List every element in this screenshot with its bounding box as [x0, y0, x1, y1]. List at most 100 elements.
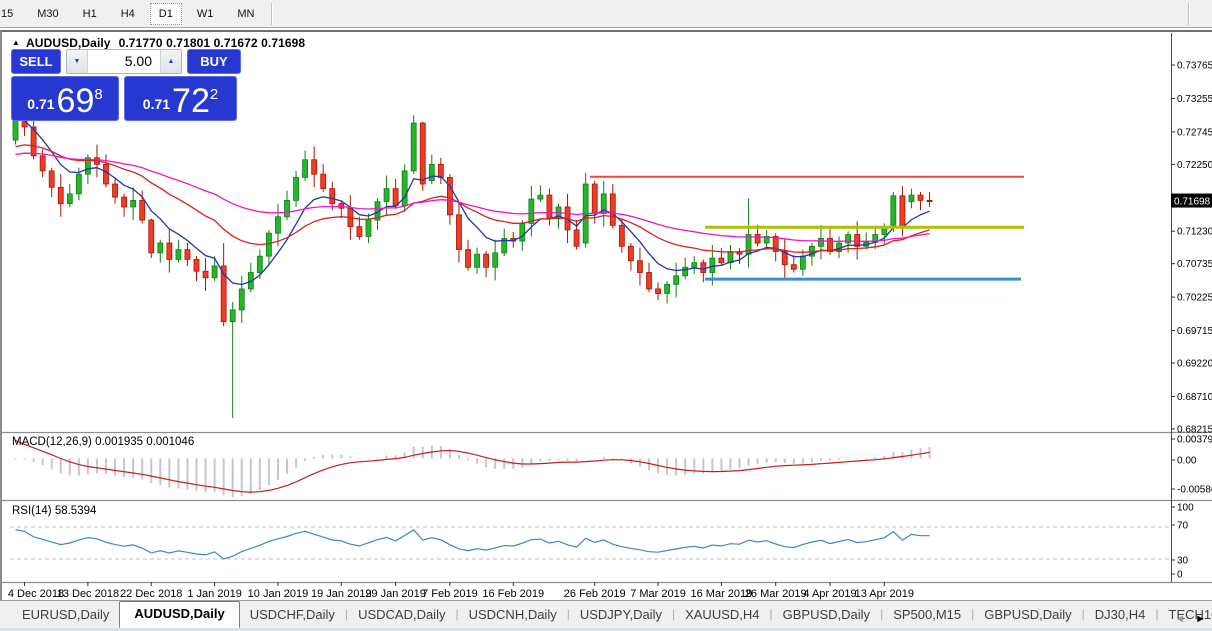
toolbar-separator — [271, 2, 274, 25]
candle — [130, 200, 137, 208]
candle — [284, 200, 290, 218]
candle — [754, 234, 761, 244]
date-axis-label: 4 Apr 2019 — [803, 588, 856, 600]
macd-histogram-bar — [829, 458, 831, 461]
candle — [437, 163, 444, 178]
macd-histogram-bar — [593, 458, 596, 460]
macd-histogram-bar — [901, 452, 904, 459]
price-axis-label: 0.72745 — [1177, 127, 1212, 138]
tab-dj30-h4[interactable]: DJ30,H4 — [1085, 602, 1156, 628]
timeframe-button-m30[interactable]: M30 — [28, 3, 67, 25]
volume-increase-icon[interactable]: ▲ — [160, 50, 181, 73]
candle — [75, 173, 82, 195]
macd-histogram-bar — [376, 457, 379, 459]
tab-usdcad-daily[interactable]: USDCAD,Daily — [348, 602, 455, 628]
tab-audusd-daily[interactable]: AUDUSD,Daily — [119, 601, 240, 628]
mt4-window: 15 M30 H1 H4 D1 W1 MN 0.73765 0.73255 0.72745 0.7… — [0, 0, 1212, 631]
candle — [474, 253, 480, 268]
chart-ohlc-values: 0.71770 0.71801 0.71672 0.71698 — [118, 36, 306, 50]
price-axis-label: 0.68710 — [1177, 392, 1212, 403]
buy-button[interactable]: BUY — [187, 49, 241, 74]
macd-histogram-bar — [883, 455, 886, 459]
macd-histogram-bar — [50, 458, 53, 470]
tab-gbpusd-daily[interactable]: GBPUSD,Daily — [974, 602, 1081, 628]
macd-histogram-bar — [267, 458, 270, 486]
macd-histogram-bar — [847, 458, 850, 460]
toolbar-separator — [1188, 3, 1190, 25]
tab-usdjpy-daily[interactable]: USDJPY,Daily — [570, 602, 672, 628]
candle — [492, 252, 499, 268]
volume-input[interactable]: 5.00 — [88, 50, 160, 73]
tab-scroll-arrows: ◄ ► — [1174, 613, 1206, 625]
timeframe-button-15[interactable]: 15 — [0, 3, 22, 25]
macd-histogram-bar — [150, 458, 153, 484]
tab-gbpusd-daily[interactable]: GBPUSD,Daily — [773, 602, 880, 628]
macd-histogram-bar — [249, 458, 252, 494]
candle — [121, 196, 127, 208]
date-axis-label: 13 Dec 2018 — [57, 588, 119, 600]
candle — [673, 275, 680, 285]
price-axis-label: 0.73765 — [1177, 61, 1212, 72]
macd-histogram-bar — [684, 458, 687, 475]
macd-histogram-bar — [276, 458, 279, 480]
tab-eurusd-daily[interactable]: EURUSD,Daily — [12, 602, 119, 628]
tab-sp500-m15[interactable]: SP500,M15 — [883, 602, 971, 628]
macd-histogram-bar — [910, 449, 913, 459]
timeframe-button-w1[interactable]: W1 — [188, 3, 223, 25]
candle — [356, 226, 363, 237]
macd-histogram-bar — [584, 458, 587, 460]
candle — [265, 232, 272, 257]
macd-histogram-bar — [747, 458, 750, 466]
candle — [103, 163, 109, 185]
macd-histogram-bar — [792, 458, 795, 464]
candle — [401, 170, 408, 207]
volume-spinner: ▼ 5.00 ▲ — [66, 49, 182, 74]
candle — [718, 257, 725, 264]
candle — [591, 183, 598, 214]
tab-scroll-right-icon[interactable]: ► — [1195, 613, 1206, 625]
sell-button[interactable]: SELL — [11, 49, 61, 74]
candle — [618, 224, 625, 247]
macd-histogram-bar — [856, 458, 859, 460]
tab-scroll-left-icon[interactable]: ◄ — [1174, 613, 1185, 625]
tab-usdchf-daily[interactable]: USDCHF,Daily — [240, 602, 345, 628]
buy-price-display[interactable]: 0.71 72 2 — [124, 76, 237, 121]
macd-histogram-bar — [23, 458, 26, 460]
candle — [465, 249, 471, 268]
timeframe-button-h4[interactable]: H4 — [112, 3, 144, 25]
candle — [637, 260, 643, 273]
timeframe-button-h1[interactable]: H1 — [74, 3, 106, 25]
date-axis-label: 10 Jan 2019 — [248, 588, 309, 600]
candle — [293, 177, 299, 201]
macd-histogram-bar — [774, 458, 777, 463]
date-axis-label: 22 Dec 2018 — [120, 588, 182, 600]
candle — [157, 242, 164, 254]
collapse-icon[interactable]: ▲ — [12, 38, 20, 47]
tab-usdcnh-daily[interactable]: USDCNH,Daily — [459, 602, 567, 628]
candle — [211, 265, 218, 279]
macd-histogram-bar — [14, 458, 17, 460]
macd-histogram-bar — [412, 446, 415, 459]
macd-histogram-bar — [801, 458, 804, 464]
candle — [66, 193, 73, 205]
candle — [854, 234, 861, 247]
date-axis-label: 4 Dec 2018 — [8, 588, 64, 600]
sell-price-prefix: 0.71 — [27, 96, 55, 112]
candle — [238, 288, 245, 311]
chart-title: ▲ AUDUSD,Daily 0.71770 0.71801 0.71672 0.7… — [12, 36, 305, 50]
buy-price-pip: 2 — [209, 86, 219, 103]
macd-histogram-bar — [313, 456, 316, 459]
candle — [184, 249, 191, 260]
candle — [628, 245, 634, 262]
candle — [383, 188, 390, 203]
tab-xauusd-h4[interactable]: XAUUSD,H4 — [675, 602, 769, 628]
sell-price-display[interactable]: 0.71 69 8 — [11, 76, 119, 121]
timeframe-button-d1[interactable]: D1 — [149, 2, 182, 25]
candle — [519, 222, 526, 242]
candle — [845, 234, 851, 244]
candle — [329, 188, 336, 205]
rsi-axis-label: 30 — [1177, 556, 1189, 567]
volume-decrease-icon[interactable]: ▼ — [67, 50, 88, 73]
timeframe-button-mn[interactable]: MN — [228, 3, 263, 25]
macd-histogram-bar — [322, 454, 325, 459]
